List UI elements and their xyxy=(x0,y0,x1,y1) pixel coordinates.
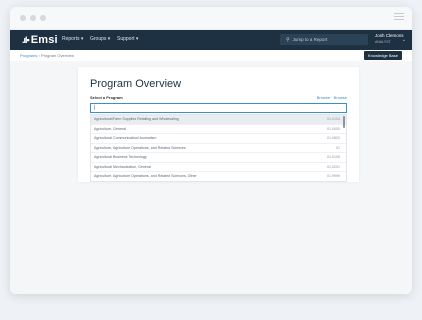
select-program-label: Select a Program xyxy=(90,95,123,100)
program-overview-card: Program Overview Select a Program Browse… xyxy=(78,67,359,182)
search-icon: ⚲ xyxy=(286,37,290,43)
main-content: Program Overview Select a Program Browse… xyxy=(10,61,412,294)
breadcrumb-separator: › xyxy=(38,53,40,58)
logo-text: Emsi xyxy=(30,34,58,46)
browse-link-secondary[interactable]: Browse xyxy=(334,95,347,100)
report-search-input[interactable]: ⚲ Jump to a Report xyxy=(280,34,368,45)
search-placeholder: Jump to a Report xyxy=(292,37,328,42)
toggle-separator: · xyxy=(331,95,333,100)
logo-bars-icon: .ıl▪ xyxy=(22,35,30,45)
list-item[interactable]: Agriculture, General 01.0000 xyxy=(91,125,346,134)
nav-reports[interactable]: Reports ▾ xyxy=(62,36,83,42)
hamburger-menu-icon[interactable] xyxy=(394,13,404,21)
list-item[interactable]: Agricultural Communication/Journalism 01.… xyxy=(91,134,346,144)
list-item[interactable]: Agriculture, Agriculture Operations, and… xyxy=(91,144,346,153)
top-navbar: .ıl▪ Emsi Reports ▾ Groups ▾ Support ▾ ⚲ J… xyxy=(10,30,412,50)
program-dropdown: Agricultural/Farm Supplies Retailing and… xyxy=(90,114,347,182)
list-item[interactable]: Agriculture, Agriculture Operations, and… xyxy=(91,172,346,181)
breadcrumb-current: Program Overview xyxy=(40,53,75,58)
list-item[interactable]: Agricultural Business Technology 01.0106 xyxy=(91,153,346,163)
list-item[interactable]: Agricultural Mechanization, General 01.02… xyxy=(91,163,346,172)
browser-window: .ıl▪ Emsi Reports ▾ Groups ▾ Support ▾ ⚲ J… xyxy=(10,7,412,294)
program-search-input[interactable]: | xyxy=(90,103,347,113)
nav-groups[interactable]: Groups ▾ xyxy=(90,36,110,42)
nav-support[interactable]: Support ▾ xyxy=(117,36,138,42)
dropdown-scrollbar[interactable] xyxy=(343,116,345,128)
breadcrumb: Programs › Program Overview xyxy=(20,53,74,58)
breadcrumb-programs[interactable]: Programs xyxy=(20,53,37,58)
browse-toggle: Browse · Browse xyxy=(317,95,347,100)
browse-link[interactable]: Browse xyxy=(317,95,330,100)
page-title: Program Overview xyxy=(90,78,182,90)
emsi-logo[interactable]: .ıl▪ Emsi xyxy=(22,34,58,46)
user-role: ANALYST xyxy=(375,40,391,44)
user-menu[interactable]: Josh Clemons ANALYST xyxy=(375,33,404,45)
window-dot-close[interactable] xyxy=(20,15,26,21)
knowledge-base-button[interactable]: Knowledge Base xyxy=(363,51,402,60)
window-chrome xyxy=(10,7,412,30)
window-dot-minimize[interactable] xyxy=(30,15,36,21)
chevron-down-icon[interactable]: ⌄ xyxy=(402,37,406,43)
window-dot-maximize[interactable] xyxy=(40,15,46,21)
list-item[interactable]: Agricultural/Farm Supplies Retailing and… xyxy=(91,115,346,125)
